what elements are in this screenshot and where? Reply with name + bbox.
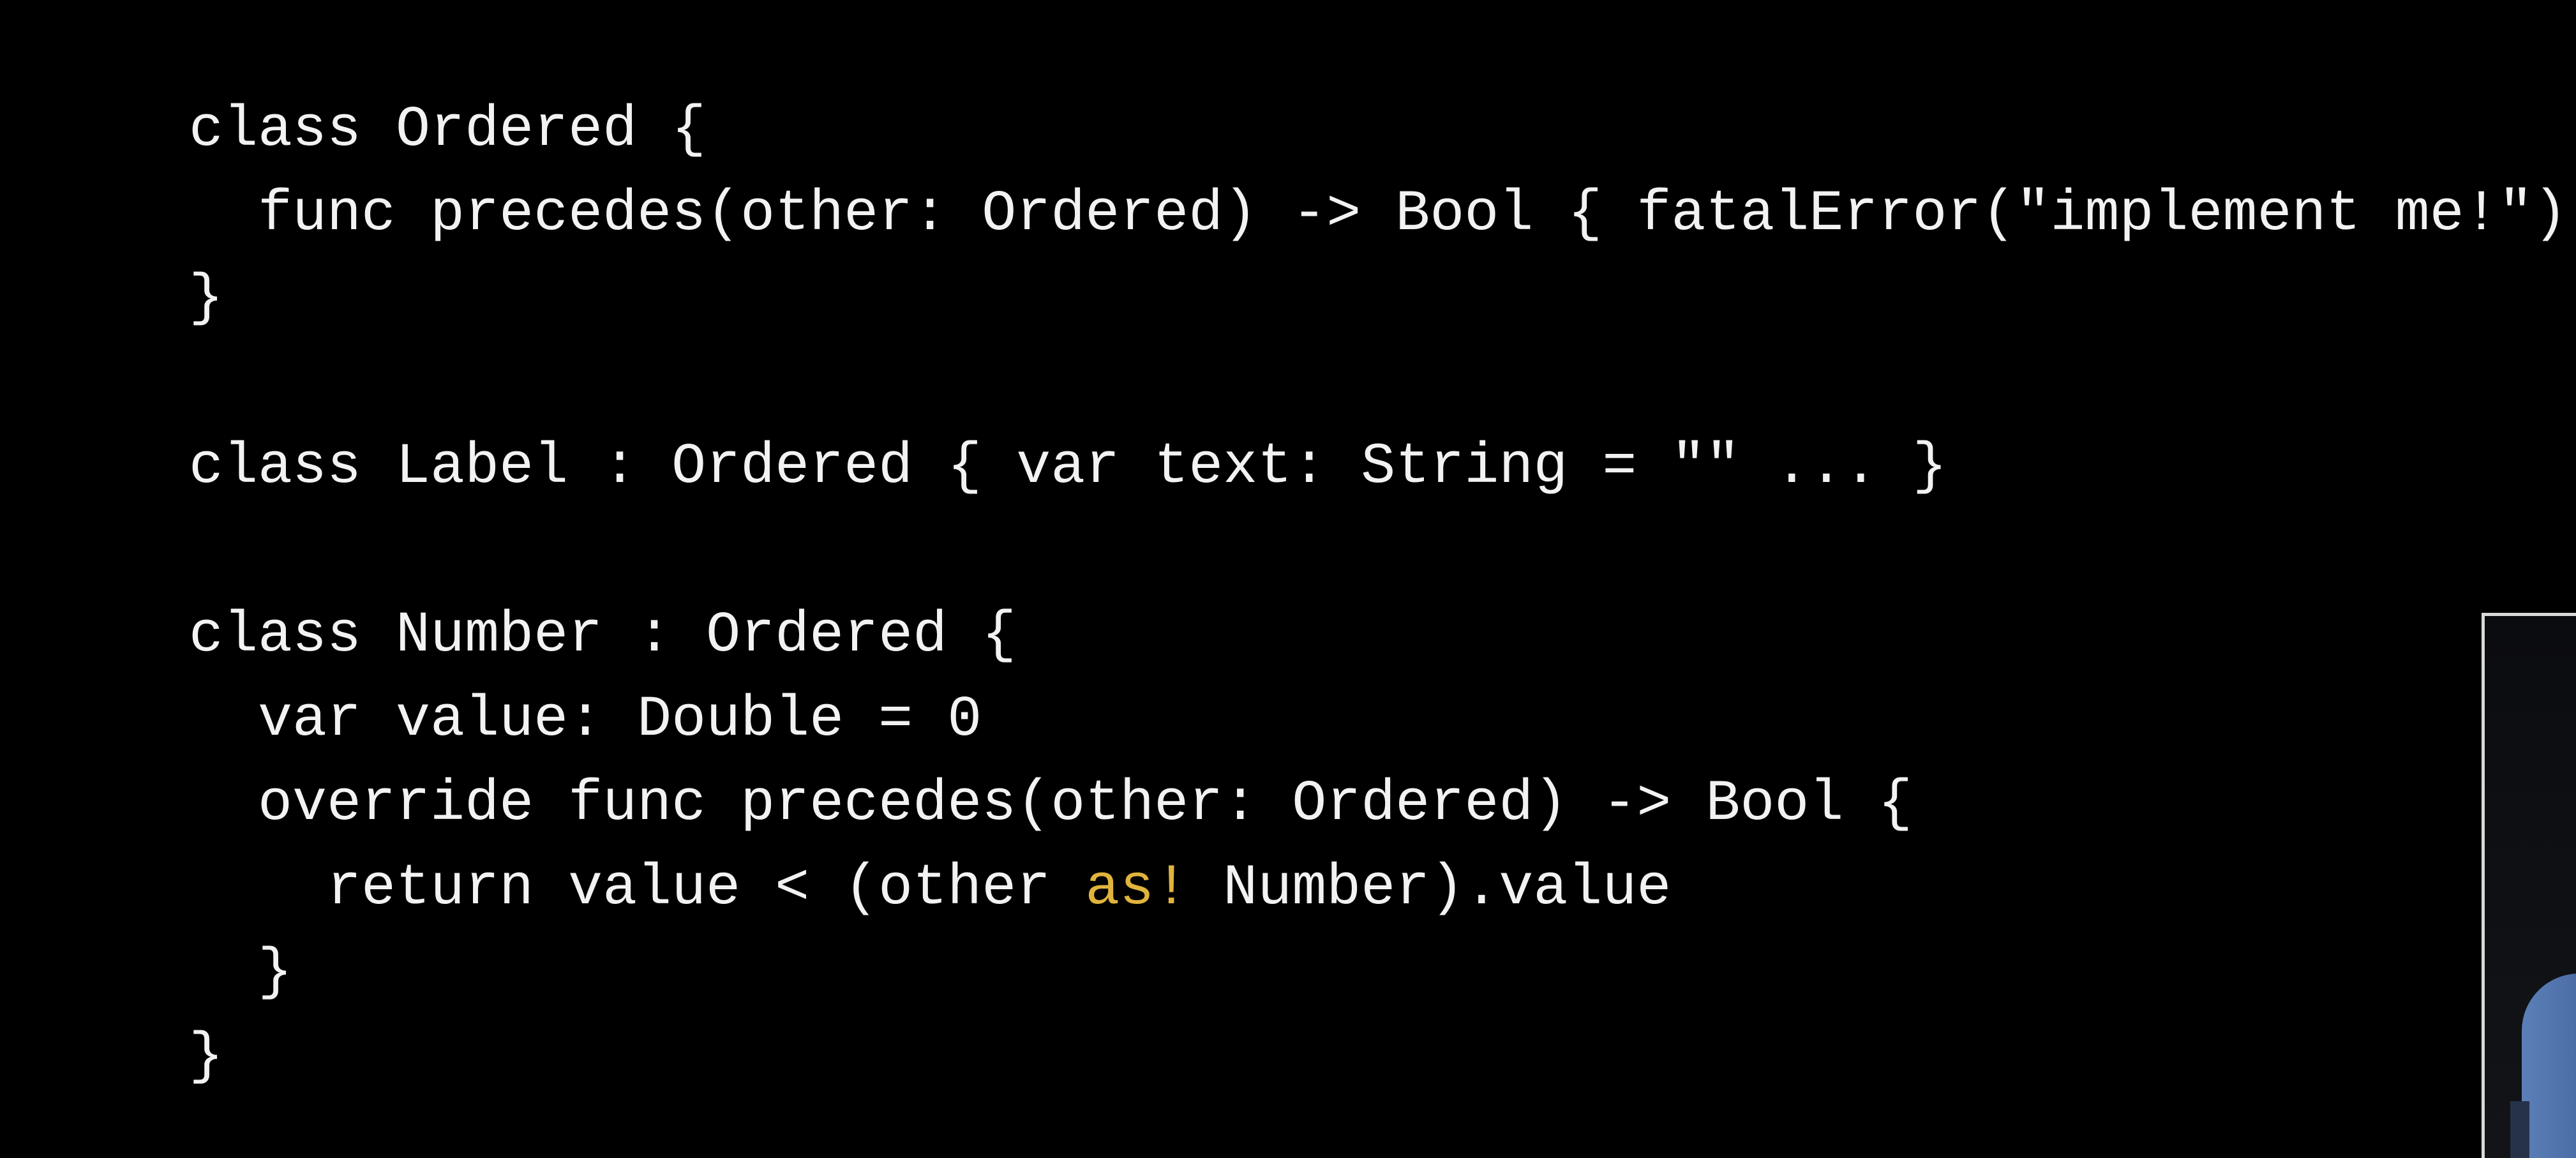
code-line: func precedes(other: Ordered) -> Bool { …	[189, 182, 2576, 247]
code-line: var value: Double = 0	[189, 688, 982, 753]
speaker-shadow	[2510, 1101, 2529, 1158]
code-line: class Ordered {	[189, 98, 707, 163]
code-line: override func precedes(other: Ordered) -…	[189, 772, 1913, 837]
code-line: }	[189, 940, 293, 1005]
code-line: return value < (other as! Number).value	[189, 846, 2576, 931]
code-line: }	[189, 266, 224, 331]
speaker-video-inset	[2482, 613, 2576, 1158]
code-line: class Label : Ordered { var text: String…	[189, 435, 1947, 500]
force-cast-keyword: as!	[1085, 856, 1189, 921]
speaker-image	[2522, 974, 2576, 1158]
code-segment: Number).value	[1188, 856, 1672, 921]
code-segment: return value < (other	[189, 856, 1086, 921]
code-line: }	[189, 1025, 224, 1090]
slide: class Ordered { func precedes(other: Ord…	[0, 0, 2576, 1158]
code-block: class Ordered { func precedes(other: Ord…	[189, 88, 2576, 1099]
code-line: class Number : Ordered {	[189, 603, 1017, 668]
